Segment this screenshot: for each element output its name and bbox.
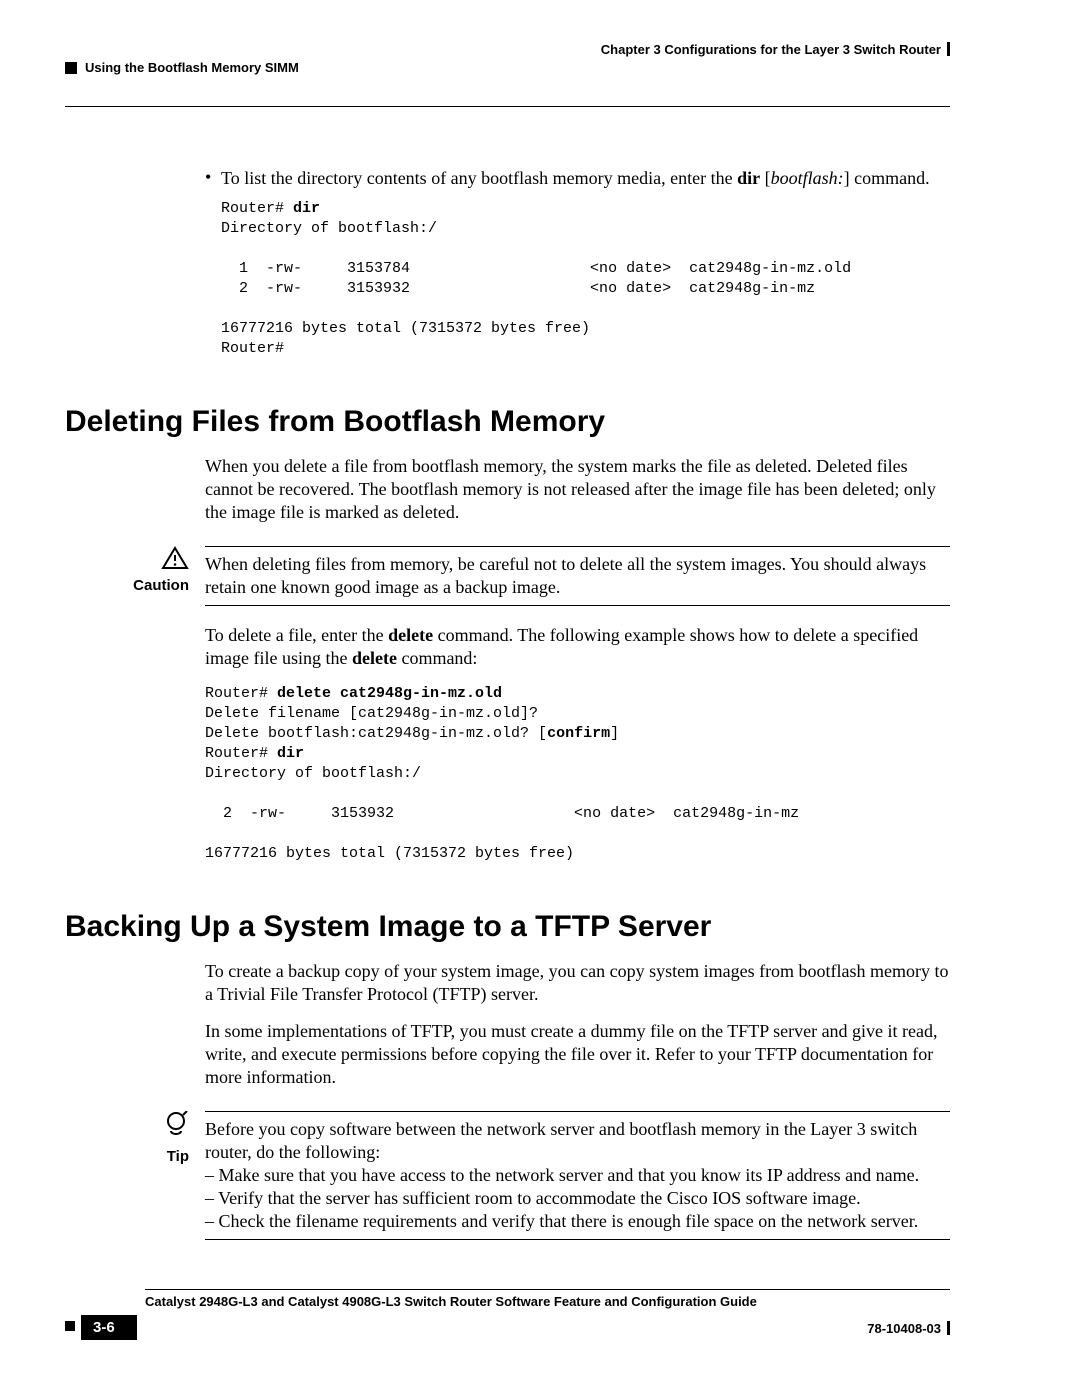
page-footer: Catalyst 2948G-L3 and Catalyst 4908G-L3 …: [65, 1289, 950, 1337]
c2l1b: delete cat2948g-in-mz.old: [277, 685, 502, 702]
c2l3b: confirm: [547, 725, 610, 742]
page-number-wrap: 3-6: [65, 1319, 137, 1337]
p2a: To delete a file, enter the: [205, 625, 388, 645]
deleting-para1: When you delete a file from bootflash me…: [205, 455, 950, 524]
header-section: Using the Bootflash Memory SIMM: [65, 60, 299, 75]
c2l5: Directory of bootflash:/: [205, 765, 421, 782]
c1l1a: Router#: [221, 200, 293, 217]
header-section-text: Using the Bootflash Memory SIMM: [85, 60, 299, 75]
heading-deleting: Deleting Files from Bootflash Memory: [65, 405, 950, 439]
footer-title: Catalyst 2948G-L3 and Catalyst 4908G-L3 …: [145, 1294, 950, 1309]
footer-bar-icon: [947, 1321, 950, 1335]
backup-para2: In some implementations of TFTP, you mus…: [205, 1020, 950, 1089]
intro-bullet-text: To list the directory contents of any bo…: [221, 167, 930, 189]
c2l1a: Router#: [205, 685, 277, 702]
heading-backup: Backing Up a System Image to a TFTP Serv…: [65, 910, 950, 944]
c2l9: 16777216 bytes total (7315372 bytes free…: [205, 845, 574, 862]
c1l4: 1 -rw- 3153784 <no date> cat2948g-in-mz.…: [221, 260, 851, 277]
tip-rule-bottom: [205, 1239, 950, 1240]
intro-brk-open: [: [760, 168, 771, 188]
c2l3c: ]: [610, 725, 619, 742]
caution-block: Caution When deleting files from memory,…: [65, 546, 950, 606]
tip-item-3: – Check the filename requirements and ve…: [205, 1210, 950, 1233]
header-bar-icon: [947, 42, 950, 56]
tip-block: Tip Before you copy software between the…: [65, 1111, 950, 1240]
footer-rule: [145, 1289, 950, 1290]
intro-arg: bootflash:: [771, 168, 844, 188]
caution-rule-bottom: [205, 605, 950, 606]
header-rule: [65, 106, 950, 107]
tip-rule-top: [205, 1111, 950, 1112]
bullet-icon: •: [205, 167, 221, 189]
caution-icon: [65, 546, 189, 575]
c2l7: 2 -rw- 3153932 <no date> cat2948g-in-mz: [205, 805, 799, 822]
caution-label: Caution: [65, 577, 189, 594]
c2l2: Delete filename [cat2948g-in-mz.old]?: [205, 705, 538, 722]
tip-item-2: – Verify that the server has sufficient …: [205, 1187, 950, 1210]
tip-icon: [65, 1111, 189, 1146]
c2l4a: Router#: [205, 745, 277, 762]
caution-rule-top: [205, 546, 950, 547]
intro-bullet: • To list the directory contents of any …: [205, 167, 950, 189]
page-number: 3-6: [81, 1315, 137, 1340]
c2l3a: Delete bootflash:cat2948g-in-mz.old? [: [205, 725, 547, 742]
p2e: command:: [397, 648, 477, 668]
intro-cmd: dir: [737, 168, 760, 188]
footer-square-icon: [65, 1321, 75, 1331]
p2d: delete: [352, 648, 397, 668]
caution-text: When deleting files from memory, be care…: [205, 553, 950, 599]
header-square-icon: [65, 62, 77, 74]
p2b: delete: [388, 625, 433, 645]
c1l8: Router#: [221, 340, 284, 357]
tip-label: Tip: [65, 1148, 189, 1165]
code-block-dir: Router# dir Directory of bootflash:/ 1 -…: [221, 199, 950, 359]
header-chapter: Chapter 3 Configurations for the Layer 3…: [601, 42, 950, 57]
intro-post: command.: [850, 168, 930, 188]
doc-number-text: 78-10408-03: [867, 1321, 941, 1336]
c1l5: 2 -rw- 3153932 <no date> cat2948g-in-mz: [221, 280, 815, 297]
tip-item-1: – Make sure that you have access to the …: [205, 1164, 950, 1187]
intro-pre: To list the directory contents of any bo…: [221, 168, 737, 188]
header-chapter-text: Chapter 3 Configurations for the Layer 3…: [601, 42, 941, 57]
code-block-delete: Router# delete cat2948g-in-mz.old Delete…: [205, 684, 950, 864]
c2l4b: dir: [277, 745, 304, 762]
doc-number: 78-10408-03: [867, 1321, 950, 1336]
backup-para1: To create a backup copy of your system i…: [205, 960, 950, 1006]
page-header: Chapter 3 Configurations for the Layer 3…: [65, 42, 950, 72]
tip-intro: Before you copy software between the net…: [205, 1118, 950, 1164]
c1l2: Directory of bootflash:/: [221, 220, 437, 237]
c1l7: 16777216 bytes total (7315372 bytes free…: [221, 320, 590, 337]
deleting-para2: To delete a file, enter the delete comma…: [205, 624, 950, 670]
c1l1b: dir: [293, 200, 320, 217]
